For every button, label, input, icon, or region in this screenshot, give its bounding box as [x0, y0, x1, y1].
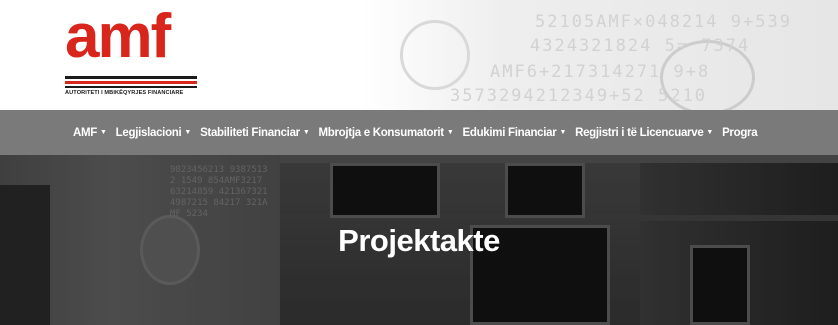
chevron-down-icon: ▼: [302, 129, 310, 136]
nav-item-mbrojtja-e-konsumatorit[interactable]: Mbrojtja e Konsumatorit ▼: [318, 127, 453, 139]
main-navigation: AMF ▼ Legjislacioni ▼ Stabiliteti Financ…: [0, 110, 838, 155]
header-number-row: 52105AMF×048214 9+539: [535, 12, 792, 32]
nav-item-label: AMF: [73, 126, 98, 139]
chevron-down-icon: ▼: [100, 129, 107, 136]
header-decor-circle: [400, 20, 470, 90]
nav-item-label: Edukimi Financiar: [462, 126, 557, 139]
nav-item-regjistri[interactable]: Regjistri i të Licencuarve ▼: [575, 127, 713, 139]
header-number-row: AMF6+217314271 9+8: [490, 62, 711, 82]
chevron-down-icon: ▼: [706, 129, 714, 136]
logo-stripes: [65, 76, 197, 90]
amf-logo[interactable]: amf AUTORITETI I MBIKËQYRJES FINANCIARE: [65, 6, 197, 100]
page-title: Projektakte: [338, 223, 500, 258]
nav-item-edukimi-financiar[interactable]: Edukimi Financiar ▼: [462, 127, 566, 139]
nav-item-legjislacioni[interactable]: Legjislacioni ▼: [115, 126, 192, 139]
nav-list: AMF ▼ Legjislacioni ▼ Stabiliteti Financ…: [73, 110, 766, 155]
logo-wordmark: amf: [65, 2, 171, 71]
nav-item-amf[interactable]: AMF ▼: [73, 127, 107, 139]
site-header: 52105AMF×048214 9+539 4324321824 5= 7374…: [0, 0, 838, 110]
chevron-down-icon: ▼: [559, 129, 567, 136]
logo-tagline: AUTORITETI I MBIKËQYRJES FINANCIARE: [65, 90, 184, 96]
nav-item-label: Progra: [722, 126, 758, 139]
chevron-down-icon: ▼: [184, 129, 192, 136]
nav-item-label: Mbrojtja e Konsumatorit: [318, 126, 444, 139]
page-hero-banner: 9823456213 93875132 1549 854AMF3217 6321…: [0, 155, 838, 325]
nav-item-stabiliteti-financiar[interactable]: Stabiliteti Financiar ▼: [200, 126, 310, 139]
header-number-row: 3573294212349+52 5210: [450, 86, 707, 106]
header-number-row: 4324321824 5= 7374: [530, 36, 751, 56]
chevron-down-icon: ▼: [446, 129, 454, 136]
header-numbers-banner: 52105AMF×048214 9+539 4324321824 5= 7374…: [360, 0, 838, 110]
nav-item-label: Legjislacioni: [115, 126, 182, 139]
nav-item-programe[interactable]: Progra: [722, 126, 758, 139]
nav-item-label: Stabiliteti Financiar: [200, 126, 300, 139]
nav-item-label: Regjistri i të Licencuarve: [575, 126, 704, 139]
